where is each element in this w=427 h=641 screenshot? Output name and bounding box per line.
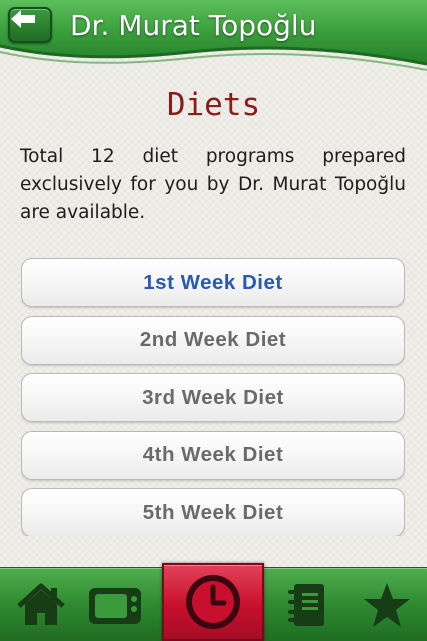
diet-item-1[interactable]: 1st Week Diet xyxy=(21,258,405,307)
diet-item-3[interactable]: 3rd Week Diet xyxy=(21,373,405,422)
intro-text: Total 12 diet programs prepared exclusiv… xyxy=(20,146,406,223)
diet-item-5[interactable]: 5th Week Diet xyxy=(21,488,405,536)
star-icon xyxy=(364,582,410,627)
header-bar: Dr. Murat Topoğlu xyxy=(0,0,427,74)
tab-clock[interactable] xyxy=(162,563,264,641)
tv-icon xyxy=(89,587,141,624)
notebook-icon xyxy=(288,583,324,626)
arrow-left-icon xyxy=(11,10,35,28)
back-button[interactable] xyxy=(8,7,52,43)
tab-bar xyxy=(0,563,427,641)
diet-item-4[interactable]: 4th Week Diet xyxy=(21,430,405,480)
tab-tv[interactable] xyxy=(84,568,146,641)
tab-home[interactable] xyxy=(10,568,72,641)
clock-icon xyxy=(186,575,240,629)
diet-list: 1st Week Diet 2nd Week Diet 3rd Week Die… xyxy=(21,258,405,536)
diet-item-2[interactable]: 2nd Week Diet xyxy=(21,315,405,365)
app-title: Dr. Murat Topoğlu xyxy=(70,9,317,42)
tab-notebook[interactable] xyxy=(276,568,338,641)
page-title: Diets xyxy=(166,87,261,123)
tab-favorites[interactable] xyxy=(356,568,418,641)
home-icon xyxy=(17,583,65,625)
